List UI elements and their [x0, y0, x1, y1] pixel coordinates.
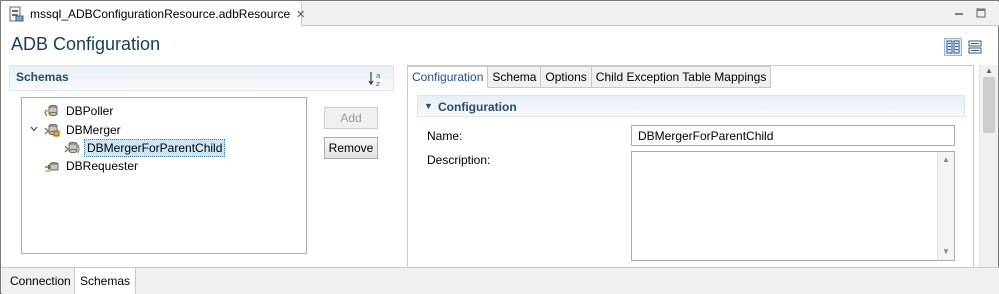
bottom-tab-strip: Connection Schemas [2, 267, 999, 294]
scroll-up-icon[interactable]: ▲ [985, 66, 993, 75]
editor-window: mssql_ADBConfigurationResource.adbResour… [0, 0, 999, 294]
configuration-section-title: Configuration [438, 100, 517, 114]
db-merger-child-icon [64, 140, 80, 156]
description-field[interactable]: ▲ ▼ [631, 151, 955, 261]
tree-item-dbmergerforparentchild[interactable]: DBMergerForParentChild [64, 139, 226, 157]
tab-schemas[interactable]: Schemas [74, 268, 137, 294]
maximize-icon[interactable] [974, 6, 988, 20]
editor-tab-label: mssql_ADBConfigurationResource.adbResour… [30, 7, 291, 21]
chevron-down-icon[interactable] [28, 124, 40, 137]
editor-tab-strip: mssql_ADBConfigurationResource.adbResour… [2, 2, 999, 26]
page-title: ADB Configuration [11, 34, 161, 54]
remove-button[interactable]: Remove [324, 137, 378, 159]
configuration-section-header[interactable]: ▼ Configuration [417, 95, 965, 117]
scroll-down-icon[interactable]: ▼ [942, 247, 950, 256]
editor-tab[interactable]: mssql_ADBConfigurationResource.adbResour… [2, 2, 305, 26]
db-requester-icon [44, 158, 60, 174]
minimize-icon[interactable] [952, 6, 966, 20]
name-label: Name: [427, 129, 463, 143]
db-poller-icon [44, 103, 60, 119]
schemas-tree[interactable]: DBPoller DBMerger DBMergerForParentChild… [21, 97, 307, 254]
tab-connection[interactable]: Connection [5, 268, 77, 293]
tab-options[interactable]: Options [541, 66, 592, 88]
description-label: Description: [427, 153, 491, 167]
add-button[interactable]: Add [324, 107, 378, 129]
scroll-up-icon[interactable]: ▲ [942, 155, 950, 164]
tab-configuration[interactable]: Configuration [407, 66, 489, 88]
description-scrollbar[interactable]: ▲ ▼ [937, 152, 954, 260]
svg-text:a: a [376, 72, 380, 80]
panel-scrollbar[interactable]: ▲ [979, 65, 998, 267]
tree-item-label: DBMerger [66, 123, 121, 137]
name-field[interactable]: DBMergerForParentChild [631, 125, 955, 146]
tab-child-exception-table-mappings[interactable]: Child Exception Table Mappings [591, 66, 772, 88]
details-tab-strip: Configuration Schema Options Child Excep… [407, 66, 772, 88]
tree-item-dbmerger[interactable]: DBMerger [28, 121, 123, 139]
svg-text:z: z [376, 80, 380, 88]
schemas-section-header: Schemas a z [9, 65, 394, 91]
tree-item-label: DBMergerForParentChild [84, 139, 226, 157]
db-merger-icon [44, 122, 60, 138]
schemas-title: Schemas [16, 70, 69, 84]
scrollbar-thumb[interactable] [983, 77, 995, 133]
tab-schema[interactable]: Schema [488, 66, 542, 88]
close-icon[interactable]: ✕ [296, 8, 305, 21]
tree-item-dbpoller[interactable]: DBPoller [28, 102, 115, 120]
adb-resource-file-icon [8, 6, 24, 22]
tree-item-label: DBRequester [66, 159, 139, 173]
sort-alpha-icon[interactable]: a z [367, 70, 385, 88]
collapse-triangle-icon[interactable]: ▼ [424, 101, 433, 111]
horizontal-layout-icon[interactable] [944, 38, 962, 56]
tree-item-label: DBPoller [66, 104, 114, 118]
tree-item-dbrequester[interactable]: DBRequester [28, 157, 140, 175]
vertical-layout-icon[interactable] [966, 38, 984, 56]
